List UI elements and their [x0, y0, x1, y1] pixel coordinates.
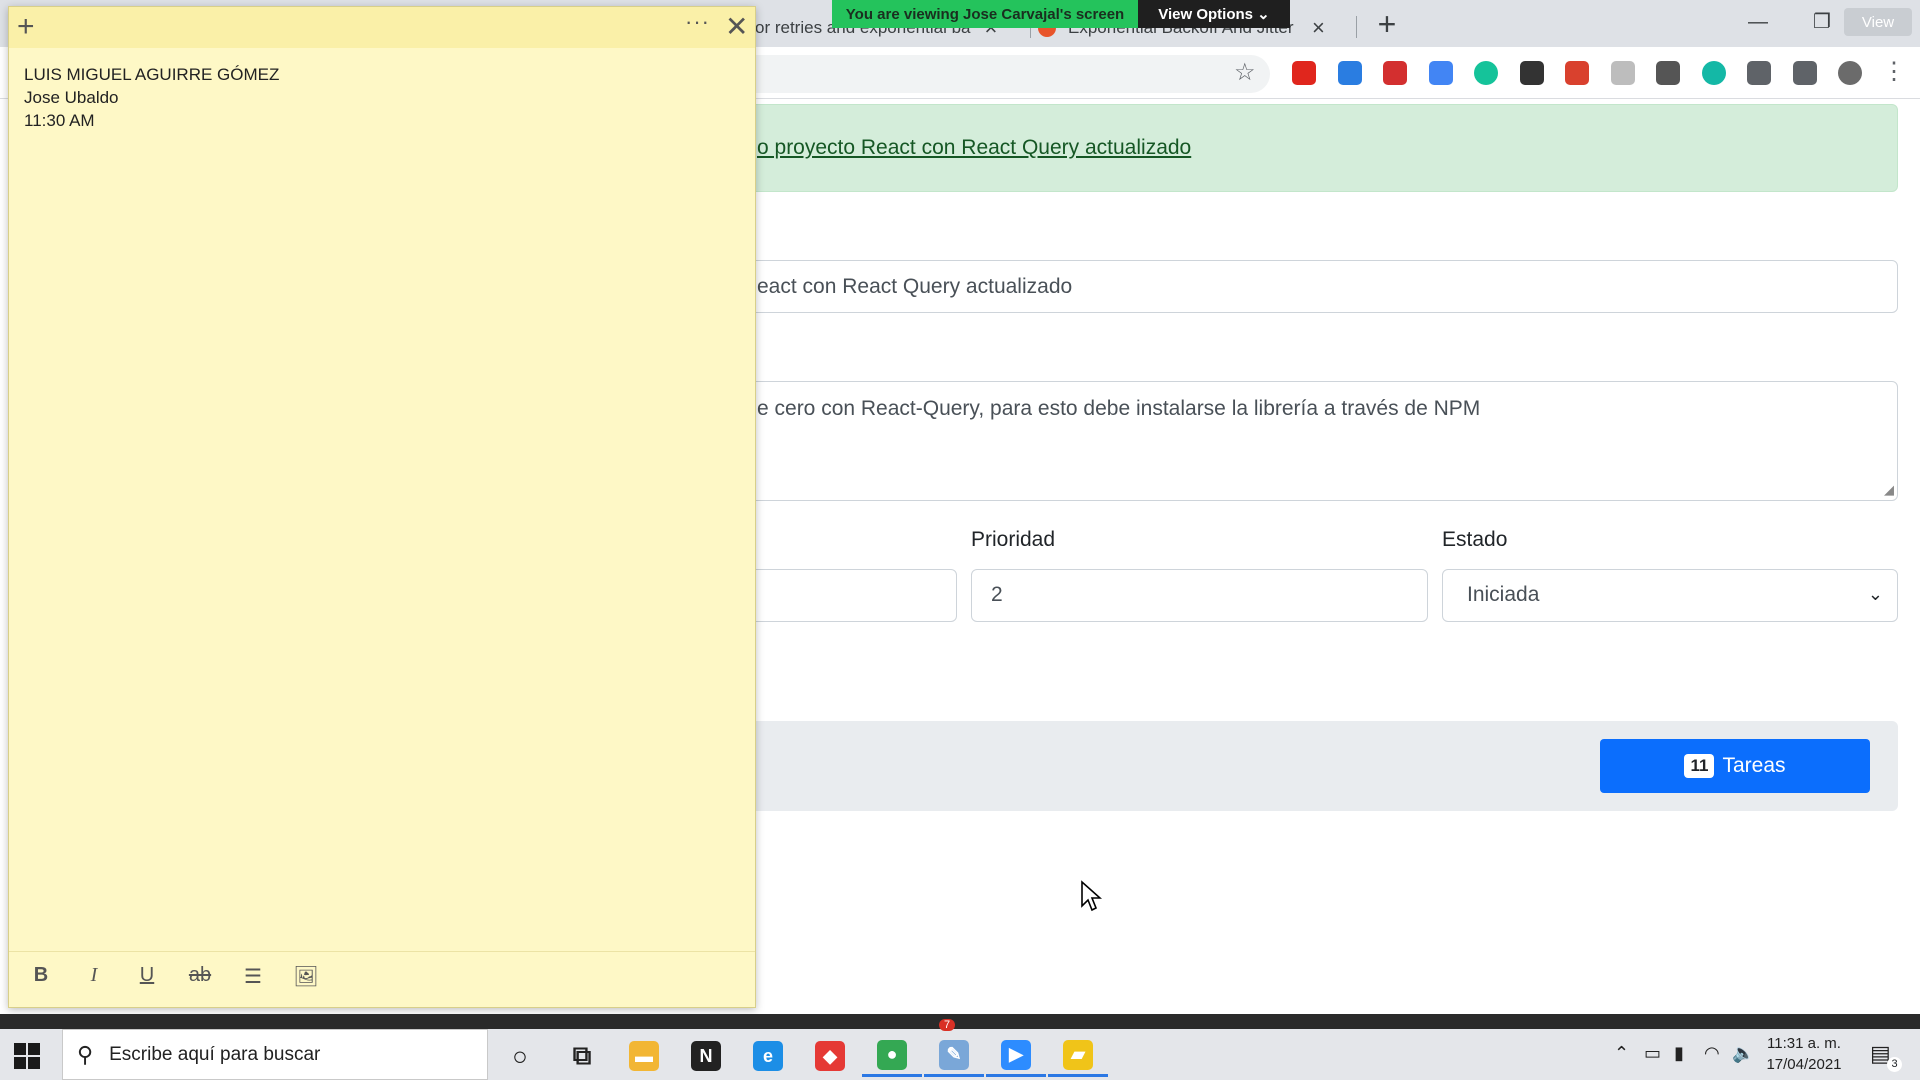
search-icon: ⚲	[77, 1041, 94, 1067]
cortana-icon[interactable]: ○	[490, 1035, 550, 1077]
status-label: Estado	[1442, 528, 1508, 551]
notification-count: 3	[1887, 1057, 1902, 1072]
cast-icon[interactable]	[1792, 61, 1817, 85]
strikethrough-button[interactable]: ab	[185, 964, 215, 987]
system-clock[interactable]: 11:31 a. m. 17/04/2021	[1756, 1033, 1852, 1075]
meet-now-icon[interactable]: ▭	[1644, 1043, 1661, 1064]
success-alert: o proyecto React con React Query actuali…	[700, 104, 1898, 192]
taskbar-preview-strip	[0, 1014, 1920, 1029]
sticky-note-header: + ··· ✕	[9, 7, 755, 48]
note-body[interactable]: LUIS MIGUEL AGUIRRE GÓMEZ Jose Ubaldo 11…	[24, 63, 279, 132]
zoom-view-button[interactable]: View	[1844, 8, 1912, 36]
task-view-glyph: ⧉	[572, 1040, 592, 1070]
task-title-input[interactable]: eact con React Query actualizado	[700, 260, 1898, 313]
more-options-icon[interactable]: ···	[685, 9, 710, 35]
notion-glyph: N	[691, 1041, 721, 1071]
insert-image-icon[interactable]: 🖼	[291, 964, 321, 989]
chrome-glyph: ●	[877, 1039, 907, 1070]
tasks-button-label: Tareas	[1722, 754, 1786, 777]
close-note-button[interactable]: ✕	[725, 9, 748, 45]
chrome-badge: 7	[939, 1019, 956, 1031]
windows-start-icon[interactable]	[14, 1043, 40, 1069]
priority-label: Prioridad	[971, 528, 1056, 551]
tab-divider	[1356, 16, 1357, 38]
bullet-list-icon[interactable]: ☰	[238, 964, 268, 989]
add-note-button[interactable]: +	[17, 7, 35, 47]
tasks-button[interactable]: 11 Tareas	[1600, 739, 1870, 793]
new-tab-button[interactable]: +	[1372, 6, 1402, 42]
italic-button[interactable]: I	[79, 964, 109, 987]
status-select[interactable]: Iniciada ⌄	[1442, 569, 1898, 622]
bold-button[interactable]: B	[26, 964, 56, 987]
grammarly-ext-icon[interactable]	[1474, 61, 1498, 85]
note-line: 11:30 AM	[24, 111, 95, 130]
volume-icon[interactable]: 🔈	[1732, 1043, 1754, 1064]
anydesk-glyph: ◆	[815, 1041, 845, 1071]
sticky-note-window: + ··· ✕ LUIS MIGUEL AGUIRRE GÓMEZ Jose U…	[8, 6, 756, 1008]
viewing-screen-label: You are viewing Jose Carvajal's screen	[832, 0, 1138, 28]
note-line: LUIS MIGUEL AGUIRRE GÓMEZ	[24, 65, 280, 84]
windows-taskbar: ⚲ Escribe aquí para buscar ○ ⧉ ▬ Ne ◆ ● ✎ ▶ ▰ 7 …	[0, 1019, 1920, 1080]
sticky-notes-icon[interactable]: ▰	[1048, 1035, 1108, 1077]
description-text: e cero con React-Query, para esto debe i…	[757, 397, 1481, 420]
cortana-glyph: ○	[512, 1040, 528, 1071]
paint-glyph: ✎	[939, 1039, 969, 1070]
chevron-down-icon: ⌄	[1867, 584, 1883, 604]
cors-ext-icon[interactable]	[1383, 61, 1407, 85]
opera-ext-icon[interactable]	[1292, 61, 1316, 85]
anydesk-icon[interactable]: ◆	[800, 1035, 860, 1077]
task-view-icon[interactable]: ⧉	[552, 1035, 612, 1077]
tasks-count-badge: 11	[1684, 754, 1715, 778]
chrome-icon[interactable]: ●	[862, 1035, 922, 1077]
note-line: Jose Ubaldo	[24, 88, 119, 107]
underline-button[interactable]: U	[132, 964, 162, 987]
close-tab-icon[interactable]: ×	[1312, 15, 1325, 41]
restore-button[interactable]: ❐	[1802, 4, 1842, 40]
sticky-notes-glyph: ▰	[1063, 1039, 1093, 1070]
format-toolbar: B I U ab ☰ 🖼	[9, 951, 755, 1007]
minimize-button[interactable]: —	[1738, 4, 1778, 40]
puzzle-red-ext-icon[interactable]	[1565, 61, 1589, 85]
profile-avatar-icon[interactable]	[1838, 61, 1862, 85]
edge-icon[interactable]: e	[738, 1035, 798, 1077]
file-explorer-glyph: ▬	[629, 1041, 659, 1071]
zoom-icon[interactable]: ▶	[986, 1035, 1046, 1077]
screen-ext-icon[interactable]	[1337, 61, 1362, 85]
edge-glyph: e	[753, 1041, 783, 1071]
paint-icon[interactable]: ✎	[924, 1035, 984, 1077]
block-ext-icon[interactable]	[1519, 61, 1544, 85]
search-placeholder: Escribe aquí para buscar	[109, 1043, 321, 1065]
status-selected-value: Iniciada	[1467, 583, 1540, 606]
zoom-glyph: ▶	[1001, 1039, 1031, 1070]
priority-input[interactable]: 2	[971, 569, 1428, 622]
resize-grip-icon[interactable]: ◢	[1884, 482, 1894, 498]
eyedropper-ext-icon[interactable]	[1656, 61, 1680, 85]
taskbar-search-box[interactable]: ⚲ Escribe aquí para buscar	[62, 1029, 488, 1080]
extensions-icon[interactable]	[1747, 61, 1771, 85]
browser-menu-icon[interactable]: ⋮	[1882, 57, 1906, 86]
m-ext-icon[interactable]	[1701, 61, 1726, 85]
view-options-button[interactable]: View Options ⌄	[1138, 0, 1290, 28]
clock-date: 17/04/2021	[1766, 1056, 1842, 1073]
show-hidden-icons-icon[interactable]: ⌃	[1614, 1043, 1629, 1064]
gray-ext-icon[interactable]	[1610, 61, 1635, 85]
screen-share-banner: You are viewing Jose Carvajal's screen V…	[832, 0, 1290, 28]
bookmark-star-icon[interactable]: ☆	[1234, 58, 1256, 87]
task-description-textarea[interactable]: e cero con React-Query, para esto debe i…	[700, 381, 1898, 501]
clock-time: 11:31 a. m.	[1767, 1035, 1841, 1052]
translate-ext-icon[interactable]	[1428, 61, 1453, 85]
mouse-cursor-icon	[1081, 880, 1102, 912]
notion-icon[interactable]: N	[676, 1035, 736, 1077]
file-explorer-icon[interactable]: ▬	[614, 1035, 674, 1077]
wifi-icon[interactable]: ◠	[1704, 1043, 1720, 1064]
battery-icon[interactable]: ▮	[1674, 1043, 1684, 1064]
project-link[interactable]: o proyecto React con React Query actuali…	[757, 136, 1191, 160]
